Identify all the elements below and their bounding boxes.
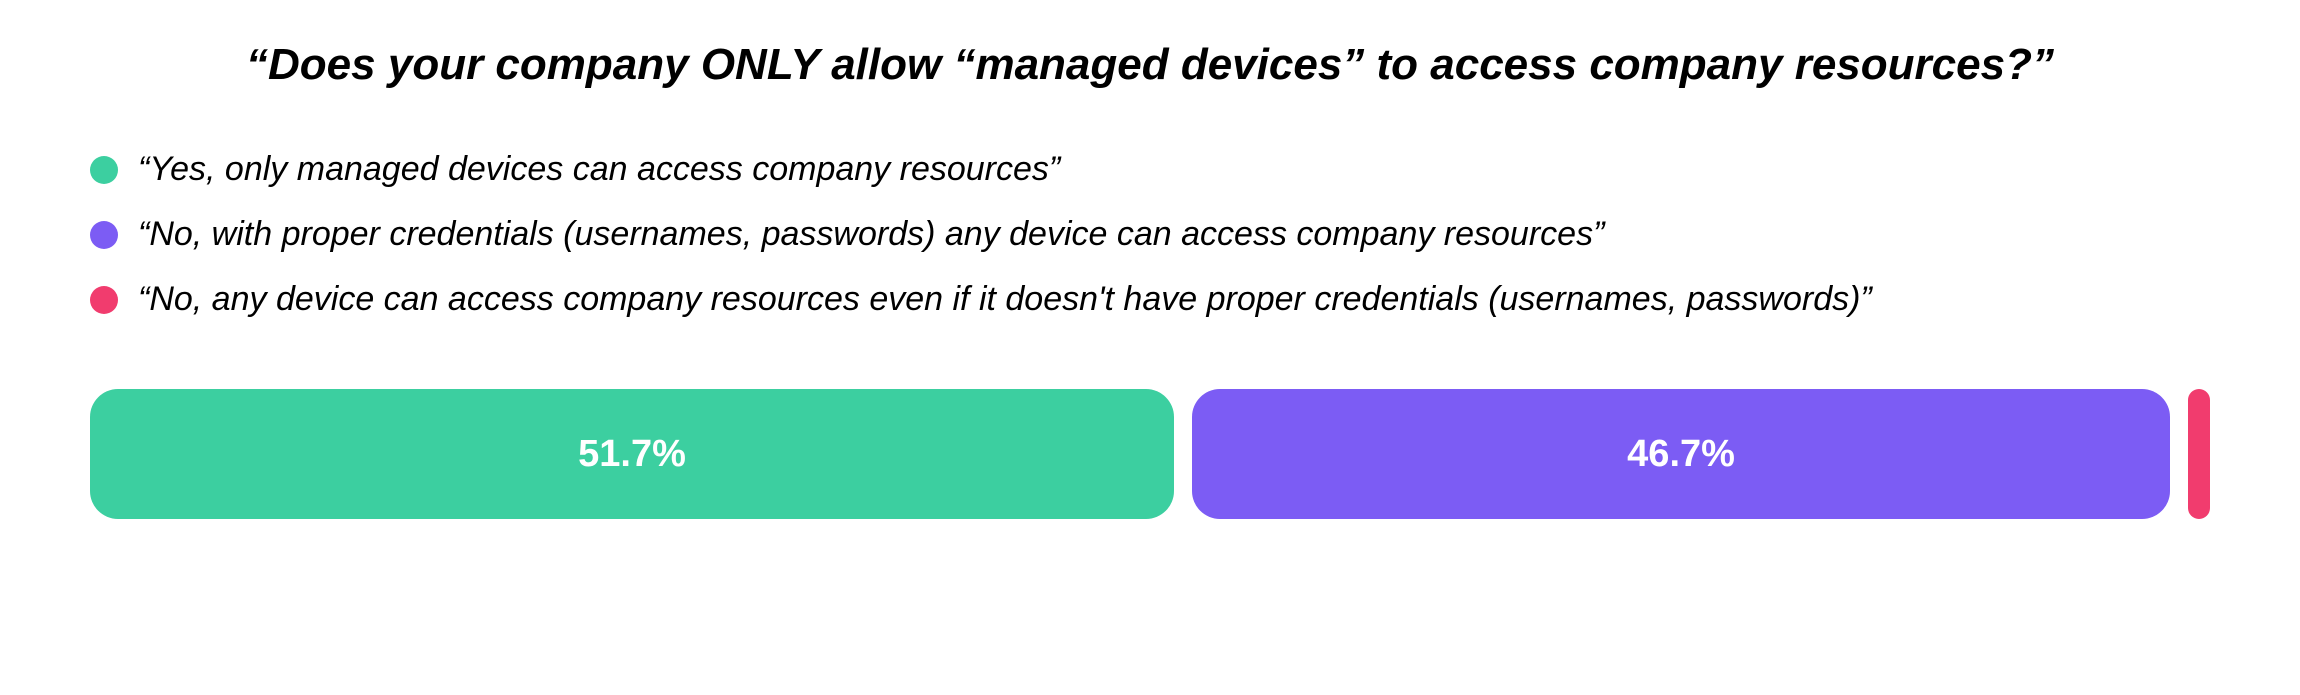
legend-label-1: “No, with proper credentials (usernames,… [138,215,1604,254]
stacked-bar: 51.7% 46.7% [90,389,2210,519]
chart-title: “Does your company ONLY allow “managed d… [90,40,2210,90]
bar-segment-0: 51.7% [90,389,1174,519]
legend-item-0: “Yes, only managed devices can access co… [90,150,2210,189]
legend-label-0: “Yes, only managed devices can access co… [138,150,1060,189]
legend-item-1: “No, with proper credentials (usernames,… [90,215,2210,254]
legend-dot-2 [90,286,118,314]
legend-dot-1 [90,221,118,249]
legend: “Yes, only managed devices can access co… [90,150,2210,319]
legend-label-2: “No, any device can access company resou… [138,280,1872,319]
bar-segment-1: 46.7% [1192,389,2170,519]
legend-item-2: “No, any device can access company resou… [90,280,2210,319]
legend-dot-0 [90,156,118,184]
bar-segment-2 [2188,389,2210,519]
